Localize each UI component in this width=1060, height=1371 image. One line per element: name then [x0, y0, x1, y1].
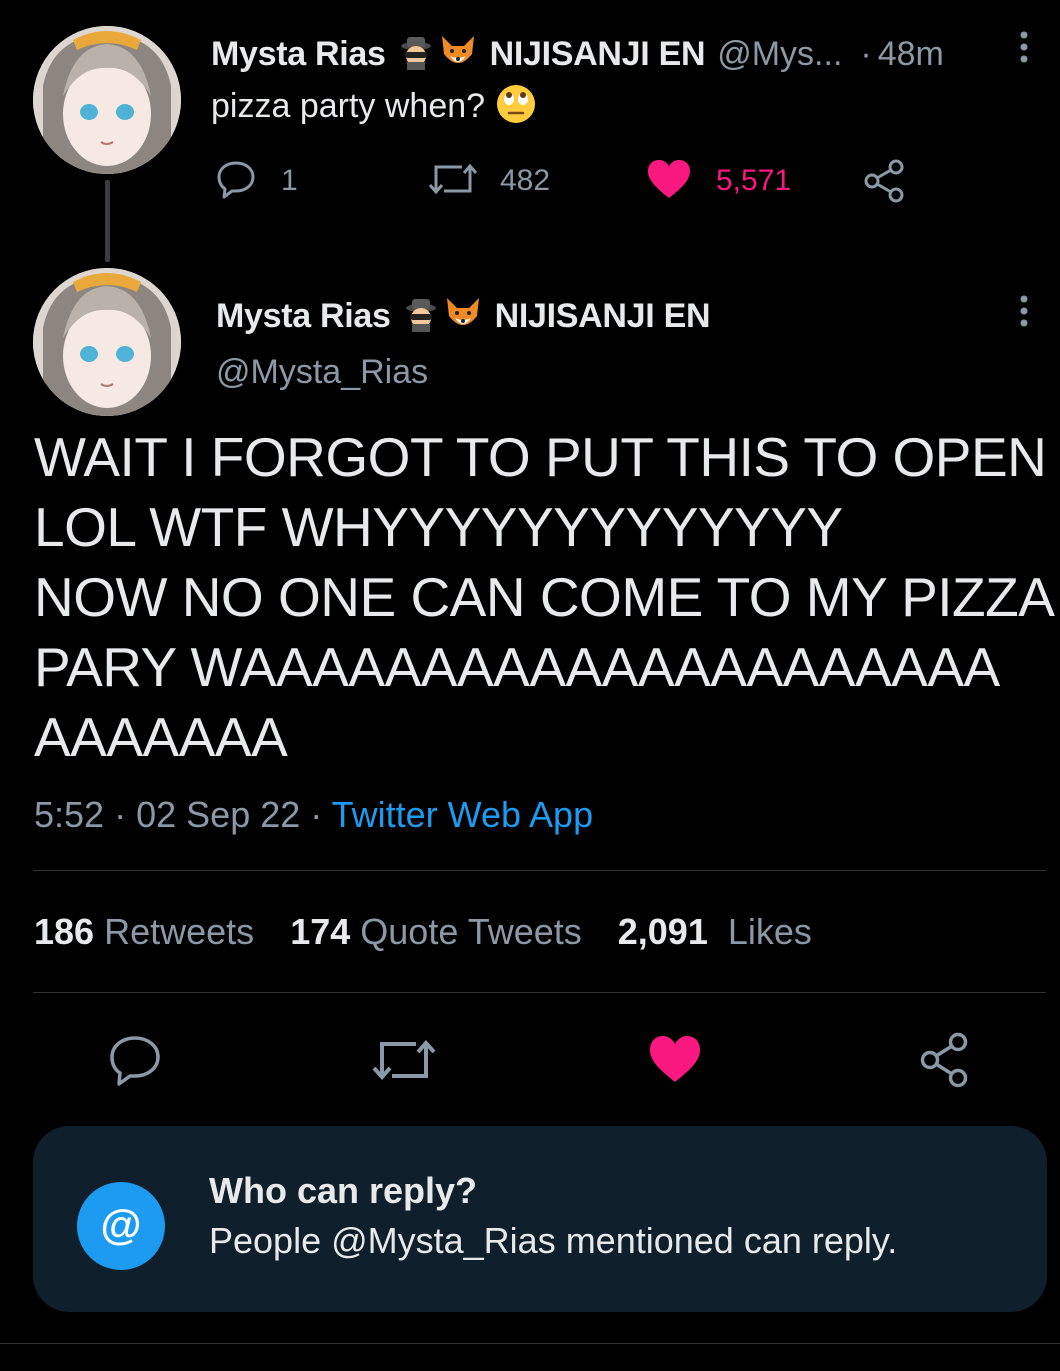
- thread-connector-line: [105, 180, 110, 262]
- tweet-metadata: 5:52 · 02 Sep 22 · Twitter Web App: [34, 793, 593, 837]
- tweet-source-link[interactable]: Twitter Web App: [332, 794, 593, 835]
- parent-handle[interactable]: @Mys...: [717, 35, 842, 74]
- main-affiliation: NIJISANJI EN: [494, 296, 711, 335]
- who-can-reply-title: Who can reply?: [209, 1170, 478, 1211]
- rolling-eyes-emoji-icon: [495, 83, 537, 130]
- divider: [33, 992, 1046, 993]
- divider: [0, 1343, 1060, 1344]
- share-icon: [862, 159, 908, 208]
- main-retweet-button[interactable]: [372, 1036, 436, 1086]
- parent-reply-count: 1: [281, 164, 298, 197]
- main-tweet-text: WAIT I FORGOT TO PUT THIS TO OPEN LOL WT…: [34, 422, 1055, 772]
- main-avatar[interactable]: [33, 268, 181, 416]
- reply-icon: [215, 159, 257, 204]
- fox-emoji-icon: [443, 296, 483, 337]
- quotes-label: Quote Tweets: [360, 911, 582, 952]
- who-can-reply-subtitle: People @Mysta_Rias mentioned can reply.: [209, 1220, 898, 1261]
- parent-more-options-icon[interactable]: [1018, 30, 1030, 66]
- parent-tweet-text: pizza party when?: [211, 84, 537, 128]
- tweet-text-line: LOL WTF WHYYYYYYYYYYYYY: [34, 496, 843, 558]
- spy-emoji-icon: [403, 296, 439, 337]
- likes-stat[interactable]: 2,091 Likes: [618, 911, 812, 952]
- retweets-label: Retweets: [104, 911, 255, 952]
- parent-like-button[interactable]: 5,571: [646, 158, 791, 204]
- retweets-stat[interactable]: 186 Retweets: [34, 911, 254, 952]
- meta-separator: ·: [114, 794, 127, 835]
- parent-tweet-text-content: pizza party when?: [211, 86, 486, 125]
- heart-filled-icon: [648, 1036, 702, 1088]
- main-like-button[interactable]: [648, 1034, 702, 1086]
- tweet-time[interactable]: 5:52: [34, 794, 104, 835]
- likes-value: 2,091: [617, 911, 708, 952]
- parent-like-count: 5,571: [716, 164, 792, 197]
- tweet-text-line: WAIT I FORGOT TO PUT THIS TO OPEN: [34, 426, 1047, 488]
- tweet-text-line: NOW NO ONE CAN COME TO MY PIZZA: [34, 566, 1055, 628]
- parent-retweet-count: 482: [500, 164, 551, 197]
- parent-retweet-button[interactable]: 482: [428, 160, 550, 202]
- parent-avatar[interactable]: [33, 26, 181, 174]
- quotes-value: 174: [290, 911, 351, 952]
- main-share-button[interactable]: [918, 1032, 972, 1088]
- parent-share-button[interactable]: [862, 158, 908, 204]
- parent-timestamp[interactable]: 48m: [878, 35, 944, 74]
- divider: [33, 870, 1046, 871]
- tweet-text-line: AAAAAAA: [34, 706, 288, 768]
- retweet-icon: [428, 161, 478, 202]
- reply-restriction-panel: @ Who can reply? People @Mysta_Rias ment…: [33, 1126, 1047, 1312]
- tweet-date[interactable]: 02 Sep 22: [136, 794, 300, 835]
- parent-separator: ·: [860, 34, 872, 73]
- main-display-name[interactable]: Mysta Rias: [216, 297, 391, 336]
- main-reply-button[interactable]: [108, 1034, 162, 1088]
- heart-filled-icon: [646, 158, 692, 205]
- spy-emoji-icon: [398, 34, 434, 75]
- quotes-stat[interactable]: 174 Quote Tweets: [290, 911, 582, 952]
- parent-reply-button[interactable]: 1: [215, 160, 298, 202]
- main-tweet-header: Mysta Rias NIJISANJI EN: [216, 294, 711, 338]
- retweet-icon: [372, 1039, 436, 1088]
- tweet-text-line: PARY WAAAAAAAAAAAAAAAAAAAAA: [34, 636, 1000, 698]
- parent-display-name[interactable]: Mysta Rias: [211, 35, 386, 74]
- mention-at-icon: @: [77, 1182, 165, 1270]
- retweets-value: 186: [34, 911, 95, 952]
- main-handle[interactable]: @Mysta_Rias: [216, 350, 428, 394]
- parent-affiliation: NIJISANJI EN: [489, 34, 706, 73]
- main-more-options-icon[interactable]: [1018, 294, 1030, 330]
- tweet-stats: 186 Retweets 174 Quote Tweets 2,091 Like…: [34, 910, 812, 954]
- likes-label: Likes: [727, 911, 812, 952]
- meta-separator: ·: [310, 794, 323, 835]
- share-icon: [918, 1032, 972, 1092]
- reply-icon: [108, 1036, 162, 1090]
- parent-tweet-header: Mysta Rias NIJISANJI EN @Mys... · 48m: [211, 32, 944, 76]
- fox-emoji-icon: [438, 34, 478, 75]
